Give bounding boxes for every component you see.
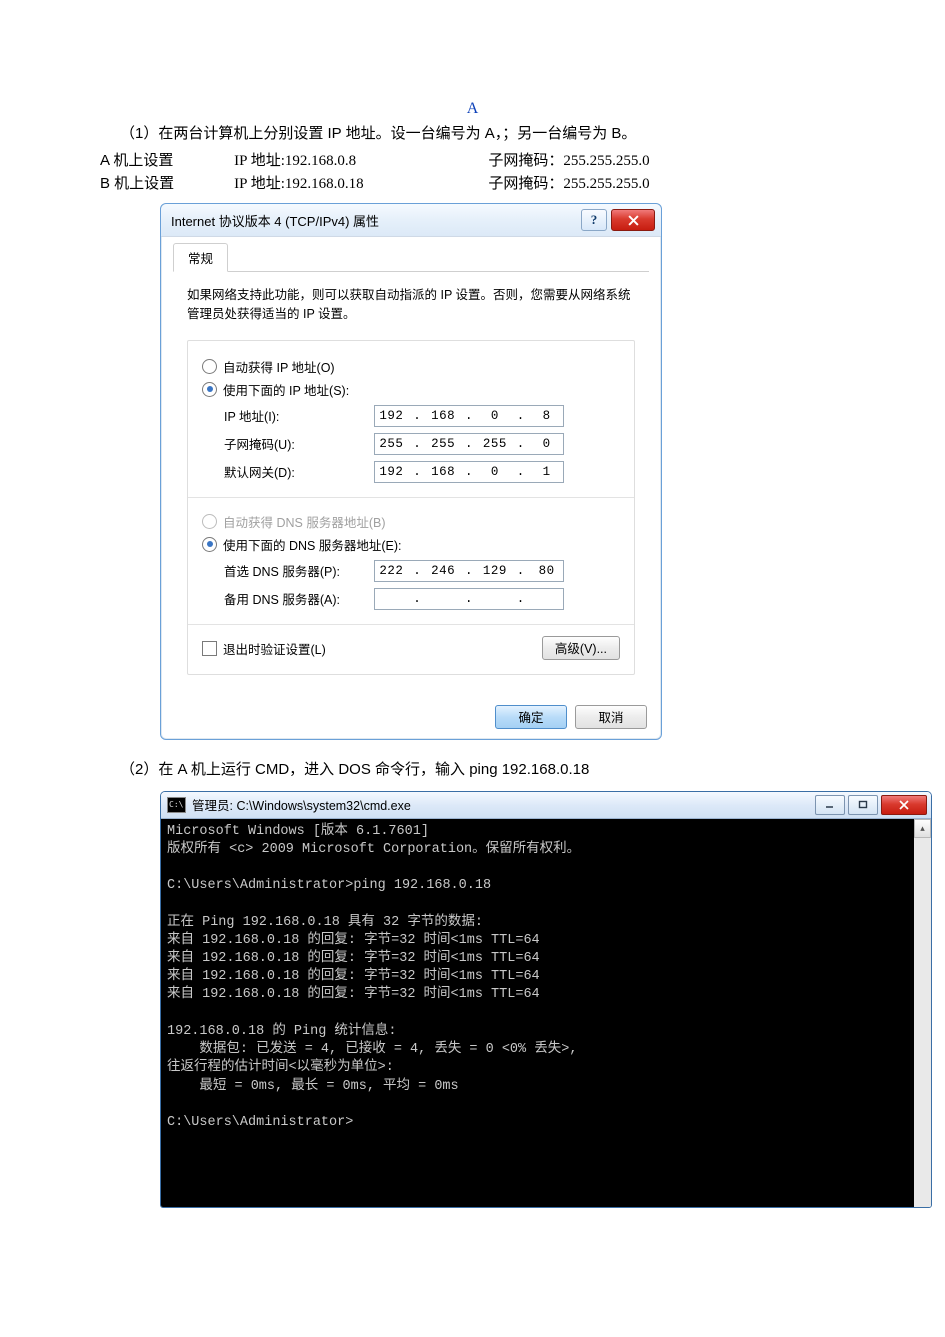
validate-on-exit-label: 退出时验证设置(L) bbox=[223, 639, 326, 658]
close-icon bbox=[899, 800, 909, 810]
cmd-scrollbar[interactable]: ▴ bbox=[914, 819, 931, 1207]
dialog-title: Internet 协议版本 4 (TCP/IPv4) 属性 bbox=[171, 211, 581, 230]
radio-manual-ip-label: 使用下面的 IP 地址(S): bbox=[223, 380, 349, 399]
radio-auto-dns: 自动获得 DNS 服务器地址(B) bbox=[202, 512, 620, 531]
radio-auto-ip-label: 自动获得 IP 地址(O) bbox=[223, 357, 335, 376]
radio-icon bbox=[202, 514, 217, 529]
step-1-text: （1）在两台计算机上分别设置 IP 地址。设一台编号为 A，；另一台编号为 B。 bbox=[120, 122, 845, 143]
subnet-mask-label: 子网掩码(U): bbox=[224, 434, 374, 453]
tab-general[interactable]: 常规 bbox=[173, 243, 228, 272]
dns1-row: 首选 DNS 服务器(P): 222. 246. 129. 80 bbox=[224, 560, 620, 582]
host-a-ip: IP 地址:192.168.0.8 bbox=[234, 149, 484, 170]
radio-manual-dns-label: 使用下面的 DNS 服务器地址(E): bbox=[223, 535, 401, 554]
maximize-button[interactable] bbox=[848, 795, 878, 815]
cmd-title: 管理员: C:\Windows\system32\cmd.exe bbox=[192, 795, 812, 814]
ip-address-label: IP 地址(I): bbox=[224, 406, 374, 425]
subnet-mask-row: 子网掩码(U): 255. 255. 255. 0 bbox=[224, 433, 620, 455]
cmd-titlebar[interactable]: C:\ 管理员: C:\Windows\system32\cmd.exe bbox=[161, 792, 931, 819]
gateway-row: 默认网关(D): 192. 168. 0. 1 bbox=[224, 461, 620, 483]
host-b-label: B 机上设置 bbox=[100, 172, 230, 193]
radio-manual-dns[interactable]: 使用下面的 DNS 服务器地址(E): bbox=[202, 535, 620, 554]
radio-icon bbox=[202, 359, 217, 374]
radio-icon bbox=[202, 382, 217, 397]
advanced-button[interactable]: 高级(V)... bbox=[542, 636, 620, 660]
cmd-output[interactable]: Microsoft Windows [版本 6.1.7601] 版权所有 <c>… bbox=[161, 819, 914, 1207]
cmd-close-button[interactable] bbox=[881, 795, 927, 815]
subnet-mask-input[interactable]: 255. 255. 255. 0 bbox=[374, 433, 564, 455]
host-a-settings: A 机上设置 IP 地址:192.168.0.8 子网掩码：255.255.25… bbox=[100, 149, 845, 170]
dns2-row: 备用 DNS 服务器(A): . . . bbox=[224, 588, 620, 610]
dns2-label: 备用 DNS 服务器(A): bbox=[224, 589, 374, 608]
help-button[interactable]: ? bbox=[581, 209, 607, 231]
radio-auto-dns-label: 自动获得 DNS 服务器地址(B) bbox=[223, 512, 386, 531]
section-letter: A bbox=[100, 100, 845, 118]
dns2-input[interactable]: . . . bbox=[374, 588, 564, 610]
checkbox-icon bbox=[202, 641, 217, 656]
step-2-text: （2）在 A 机上运行 CMD，进入 DOS 命令行，输入 ping 192.1… bbox=[120, 758, 845, 779]
scroll-up-icon[interactable]: ▴ bbox=[914, 819, 931, 838]
dns1-label: 首选 DNS 服务器(P): bbox=[224, 561, 374, 580]
host-b-mask: 子网掩码：255.255.255.0 bbox=[488, 172, 688, 193]
radio-auto-ip[interactable]: 自动获得 IP 地址(O) bbox=[202, 357, 620, 376]
dialog-description: 如果网络支持此功能，则可以获取自动指派的 IP 设置。否则，您需要从网络系统管理… bbox=[187, 286, 635, 324]
cmd-window: C:\ 管理员: C:\Windows\system32\cmd.exe Mic… bbox=[160, 791, 932, 1208]
cmd-icon: C:\ bbox=[167, 797, 186, 813]
dialog-titlebar[interactable]: Internet 协议版本 4 (TCP/IPv4) 属性 ? bbox=[161, 204, 661, 237]
radio-manual-ip[interactable]: 使用下面的 IP 地址(S): bbox=[202, 380, 620, 399]
ok-button[interactable]: 确定 bbox=[495, 705, 567, 729]
maximize-icon bbox=[858, 800, 868, 810]
ip-address-row: IP 地址(I): 192. 168. 0. 8 bbox=[224, 405, 620, 427]
minimize-icon bbox=[825, 800, 835, 810]
close-icon bbox=[628, 215, 639, 226]
ip-settings-group: 自动获得 IP 地址(O) 使用下面的 IP 地址(S): IP 地址(I): … bbox=[187, 340, 635, 675]
minimize-button[interactable] bbox=[815, 795, 845, 815]
cancel-button[interactable]: 取消 bbox=[575, 705, 647, 729]
host-a-mask: 子网掩码：255.255.255.0 bbox=[488, 149, 688, 170]
close-button[interactable] bbox=[611, 209, 655, 231]
host-b-settings: B 机上设置 IP 地址:192.168.0.18 子网掩码：255.255.2… bbox=[100, 172, 845, 193]
host-a-label: A 机上设置 bbox=[100, 149, 230, 170]
dns1-input[interactable]: 222. 246. 129. 80 bbox=[374, 560, 564, 582]
ipv4-properties-dialog: Internet 协议版本 4 (TCP/IPv4) 属性 ? 常规 如果网络支… bbox=[160, 203, 662, 740]
host-b-ip: IP 地址:192.168.0.18 bbox=[234, 172, 484, 193]
ip-address-input[interactable]: 192. 168. 0. 8 bbox=[374, 405, 564, 427]
gateway-input[interactable]: 192. 168. 0. 1 bbox=[374, 461, 564, 483]
gateway-label: 默认网关(D): bbox=[224, 462, 374, 481]
dialog-footer: 确定 取消 bbox=[161, 697, 661, 739]
tab-strip: 常规 bbox=[173, 245, 649, 272]
radio-icon bbox=[202, 537, 217, 552]
